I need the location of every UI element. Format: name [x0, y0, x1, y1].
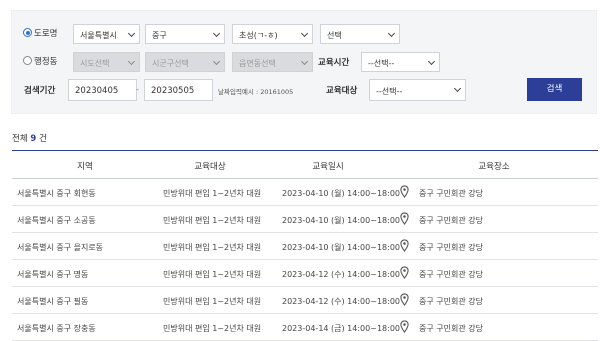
cell-place: 중구 구민회관 강당 — [419, 324, 483, 333]
chevron-down-icon — [212, 29, 221, 38]
search-panel: 도로명 서울특별시 중구 초성(ㄱ-ㅎ) 선택 행정동 시도선택 시군구선택 읍… — [11, 10, 597, 114]
cell-datetime: 2023-04-10 (월) 14:00~18:00 — [282, 189, 400, 198]
cell-region: 서울특별시 중구 소공동 — [17, 216, 96, 225]
education-target-select[interactable]: --선택-- — [369, 79, 466, 101]
city-select-value: 서울특별시 — [80, 31, 117, 40]
header-region: 지역 — [77, 162, 93, 172]
road-select-value: 선택 — [327, 31, 342, 40]
cell-datetime: 2023-04-14 (금) 14:00~18:00 — [282, 324, 400, 333]
chevron-down-icon — [427, 57, 436, 66]
location-pin-icon — [400, 266, 409, 279]
chevron-down-icon — [127, 29, 136, 38]
education-time-select[interactable]: --선택-- — [361, 52, 440, 72]
cell-region: 서울특별시 중구 장충동 — [17, 324, 96, 333]
search-period-label: 검색기간 — [24, 86, 56, 96]
education-schedule-table: 지역 교육대상 교육일시 교육장소 서울특별시 중구 회현동민방위대 편입 1~… — [12, 150, 598, 341]
location-pin-icon — [400, 185, 409, 198]
date-separator: - — [136, 85, 139, 94]
cell-region: 서울특별시 중구 명동 — [17, 270, 89, 279]
chevron-down-icon — [387, 29, 396, 38]
chevron-down-icon — [300, 29, 309, 38]
cell-region: 서울특별시 중구 필동 — [17, 297, 89, 306]
district-select-value: 중구 — [152, 31, 167, 40]
header-datetime: 교육일시 — [312, 162, 344, 172]
chevron-down-icon — [453, 84, 462, 93]
end-date-input[interactable]: 20230505 — [144, 79, 213, 101]
chevron-down-icon — [127, 57, 136, 66]
result-count-suffix: 건 — [38, 134, 47, 144]
education-time-value: --선택-- — [368, 59, 395, 68]
admin-dong-radio-label[interactable]: 행정동 — [34, 55, 57, 67]
table-row[interactable]: 서울특별시 중구 필동 민방위대 편입 1~2년차 대원 2023-04-12 (수… — [12, 287, 598, 314]
search-button[interactable]: 검색 — [527, 78, 582, 101]
road-name-radio-label[interactable]: 도로명 — [34, 27, 57, 39]
city-select[interactable]: 서울특별시 — [73, 24, 140, 44]
cell-target: 민방위대 편입 1~2년차 대원 — [163, 324, 262, 333]
sido-select-value: 시도선택 — [80, 59, 110, 68]
sido-select[interactable]: 시도선택 — [73, 52, 140, 72]
cell-datetime: 2023-04-12 (수) 14:00~18:00 — [282, 270, 400, 279]
dong-select-value: 읍면동선택 — [239, 59, 276, 68]
cell-place: 중구 구민회관 강당 — [419, 243, 483, 252]
road-select[interactable]: 선택 — [320, 24, 400, 44]
location-pin-icon — [400, 293, 409, 306]
chevron-down-icon — [212, 57, 221, 66]
cell-target: 민방위대 편입 1~2년차 대원 — [163, 297, 262, 306]
admin-dong-row: 행정동 시도선택 시군구선택 읍면동선택 교육시간 --선택-- — [12, 51, 596, 73]
cell-place: 중구 구민회관 강당 — [419, 297, 483, 306]
sigungu-select-value: 시군구선택 — [152, 59, 189, 68]
table-row[interactable]: 서울특별시 중구 소공동 민방위대 편입 1~2년차 대원 2023-04-10 (… — [12, 206, 598, 233]
table-row[interactable]: 서울특별시 중구 회현동 민방위대 편입 1~2년차 대원 2023-04-10 (… — [12, 179, 598, 206]
table-body: 서울특별시 중구 회현동 민방위대 편입 1~2년차 대원 2023-04-10 (… — [12, 179, 598, 341]
table-row[interactable]: 서울특별시 중구 장충동 민방위대 편입 1~2년차 대원 2023-04-14 (… — [12, 314, 598, 341]
location-pin-icon — [400, 212, 409, 225]
initial-consonant-select[interactable]: 초성(ㄱ-ㅎ) — [232, 24, 313, 44]
cell-datetime: 2023-04-10 (월) 14:00~18:00 — [282, 243, 400, 252]
sigungu-select[interactable]: 시군구선택 — [145, 52, 225, 72]
search-period-row: 검색기간 20230405 - 20230505 날짜입력예시 : 201610… — [12, 78, 596, 101]
education-time-label: 교육시간 — [318, 58, 350, 68]
cell-place: 중구 구민회관 강당 — [419, 270, 483, 279]
education-target-label: 교육대상 — [326, 86, 358, 96]
date-format-hint: 날짜입력예시 : 20161005 — [218, 88, 294, 96]
location-pin-icon — [400, 239, 409, 252]
cell-datetime: 2023-04-12 (수) 14:00~18:00 — [282, 297, 400, 306]
chevron-down-icon — [300, 57, 309, 66]
cell-target: 민방위대 편입 1~2년차 대원 — [163, 189, 262, 198]
education-target-value: --선택-- — [376, 87, 403, 96]
cell-region: 서울특별시 중구 회현동 — [17, 189, 96, 198]
cell-datetime: 2023-04-10 (월) 14:00~18:00 — [282, 216, 400, 225]
table-header: 지역 교육대상 교육일시 교육장소 — [12, 150, 598, 179]
start-date-input[interactable]: 20230405 — [68, 79, 137, 101]
cell-target: 민방위대 편입 1~2년차 대원 — [163, 216, 262, 225]
cell-region: 서울특별시 중구 을지로동 — [17, 243, 104, 252]
road-name-radio[interactable] — [23, 28, 32, 37]
initial-consonant-value: 초성(ㄱ-ㅎ) — [239, 31, 278, 40]
result-count-prefix: 전체 — [12, 134, 28, 144]
table-row[interactable]: 서울특별시 중구 명동 민방위대 편입 1~2년차 대원 2023-04-12 (수… — [12, 260, 598, 287]
cell-target: 민방위대 편입 1~2년차 대원 — [163, 270, 262, 279]
result-count: 전체 9 건 — [12, 132, 47, 144]
district-select[interactable]: 중구 — [145, 24, 225, 44]
dong-select[interactable]: 읍면동선택 — [232, 52, 313, 72]
result-count-number: 9 — [30, 134, 37, 144]
table-row[interactable]: 서울특별시 중구 을지로동 민방위대 편입 1~2년차 대원 2023-04-10 … — [12, 233, 598, 260]
cell-place: 중구 구민회관 강당 — [419, 216, 483, 225]
header-target: 교육대상 — [194, 162, 226, 172]
location-pin-icon — [400, 320, 409, 333]
header-place: 교육장소 — [478, 162, 510, 172]
cell-place: 중구 구민회관 강당 — [419, 189, 483, 198]
cell-target: 민방위대 편입 1~2년차 대원 — [163, 243, 262, 252]
admin-dong-radio[interactable] — [23, 56, 32, 65]
road-name-row: 도로명 서울특별시 중구 초성(ㄱ-ㅎ) 선택 — [12, 23, 596, 45]
